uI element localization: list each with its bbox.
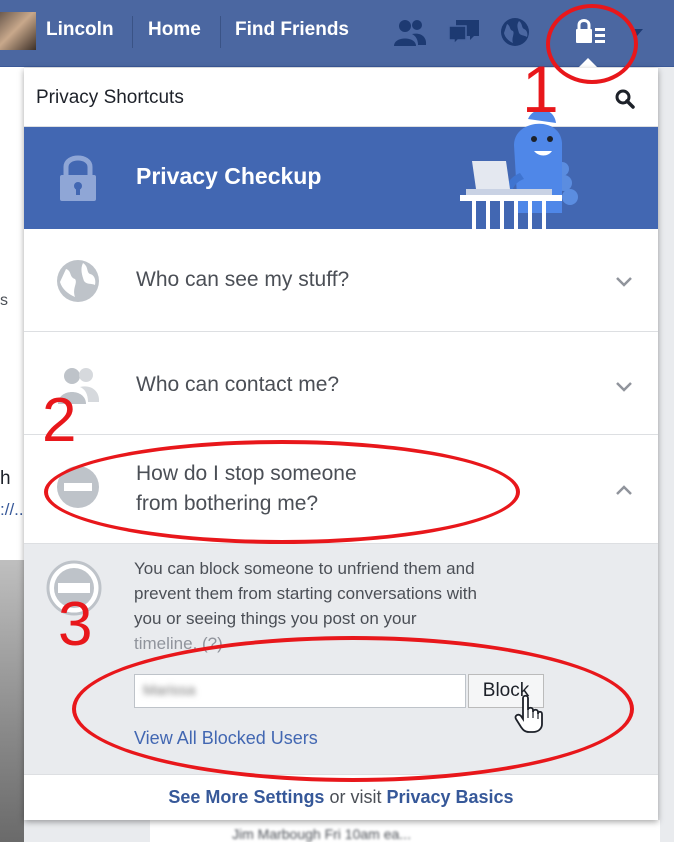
see-more-settings-link[interactable]: See More Settings (168, 787, 324, 807)
avatar[interactable] (0, 12, 36, 50)
annotation-ellipse-step-3 (72, 636, 634, 782)
row-label: Who can contact me? (136, 373, 340, 396)
home-link[interactable]: Home (148, 19, 201, 41)
privacy-basics-link[interactable]: Privacy Basics (386, 787, 513, 807)
annotation-number-2: 2 (42, 386, 77, 455)
globe-icon (57, 260, 99, 302)
search-icon[interactable] (614, 88, 636, 110)
chevron-up-icon[interactable] (614, 481, 634, 501)
panel-title: Privacy Shortcuts (36, 87, 184, 108)
privacy-checkup-banner[interactable]: Privacy Checkup (24, 109, 658, 229)
nav-divider (220, 16, 221, 48)
annotation-circle-step-1 (546, 4, 638, 84)
lock-icon (60, 155, 96, 201)
profile-link[interactable]: Lincoln (46, 19, 114, 41)
description-line: You can block someone to unfriend them a… (134, 559, 475, 578)
background-text-fragment: Jim Marbough Fri 10am ea... (232, 826, 411, 842)
privacy-row-who-can-contact[interactable]: Who can contact me? (24, 332, 658, 435)
chevron-down-icon[interactable] (614, 376, 634, 396)
privacy-dinosaur-illustration (460, 109, 578, 229)
privacy-row-who-can-see[interactable]: Who can see my stuff? (24, 229, 658, 332)
description-line: prevent them from starting conversations… (134, 584, 477, 603)
notifications-globe-icon[interactable] (497, 14, 533, 50)
background-text-fragment: h (0, 468, 11, 489)
chevron-down-icon[interactable] (614, 271, 634, 291)
friend-requests-icon[interactable] (392, 14, 428, 50)
background-text-fragment: s (0, 292, 8, 309)
nav-divider (132, 16, 133, 48)
find-friends-link[interactable]: Find Friends (235, 19, 349, 41)
messages-icon[interactable] (446, 14, 482, 50)
description-line: you or seeing things you post on your (134, 609, 417, 628)
annotation-number-3: 3 (58, 590, 93, 659)
row-label: Who can see my stuff? (136, 268, 350, 291)
footer-text: or visit (324, 787, 387, 807)
annotation-ellipse-step-2 (44, 440, 520, 544)
background-link-fragment: ://.. (0, 500, 24, 519)
annotation-number-1: 1 (522, 52, 559, 126)
background-photo (0, 560, 24, 842)
privacy-checkup-title: Privacy Checkup (136, 163, 322, 189)
